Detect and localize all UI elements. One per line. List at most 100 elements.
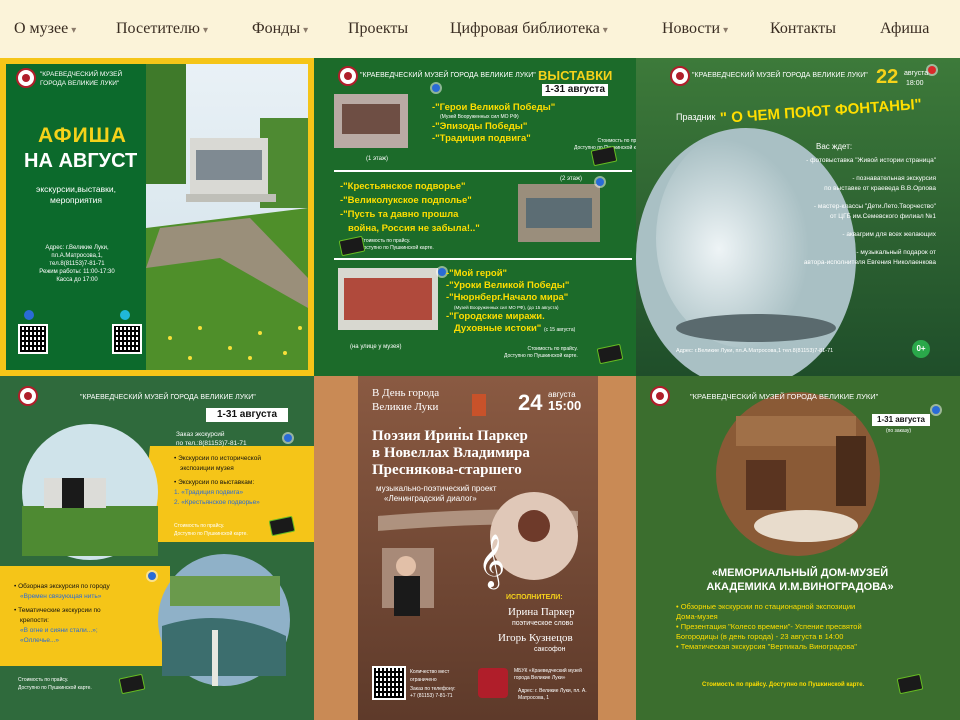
nav-item-visitor[interactable]: Посетителю ▾: [116, 20, 208, 38]
section-heading: ВЫСТАВКИ: [538, 68, 613, 83]
museum-logo: [18, 386, 38, 406]
age-rating-badge: 0+: [912, 340, 930, 358]
price-note-line: Доступно по Пушкинской карте.: [174, 531, 248, 537]
museum-logo: [16, 68, 36, 88]
date-badge: 1-31 августа: [872, 414, 930, 426]
program-item: • Обзорные экскурсии по стационарной экс…: [676, 602, 856, 611]
performer-name: Ирина Паркер: [508, 606, 575, 618]
vk-icon[interactable]: [24, 310, 34, 320]
museum-logo: [478, 668, 508, 698]
project-name-line: музыкально-поэтический проект: [376, 484, 497, 493]
event-date-month: августа: [904, 70, 929, 77]
nav-item-projects[interactable]: Проекты: [348, 20, 408, 38]
poster-vinogradov-house[interactable]: "КРАЕВЕДЧЕСКИЙ МУЗЕЙ ГОРОДА ВЕЛИКИЕ ЛУКИ…: [636, 376, 960, 720]
excursion-list-item: • Экскурсии по выставкам:: [174, 479, 255, 486]
excursion-list-item: 2. «Крестьянское подворье»: [174, 499, 260, 506]
museum-name: "КРАЕВЕДЧЕСКИЙ МУЗЕЙ ГОРОДА ВЕЛИКИЕ ЛУКИ…: [80, 394, 256, 401]
project-name-line: «Ленинградский диалог»: [384, 494, 477, 503]
nav-item-about[interactable]: О музее ▾: [14, 20, 76, 38]
nav-item-afisha[interactable]: Афиша: [880, 20, 929, 38]
memorial-house-photo: [636, 376, 960, 720]
pin-icon: [596, 178, 604, 186]
exhibit-photo: [334, 94, 408, 148]
floor-label: (на улице у музея): [350, 344, 402, 350]
nav-label: О музее: [14, 20, 69, 37]
nav-item-digital-library[interactable]: Цифровая библиотека ▾: [450, 20, 608, 38]
exhibit-list: -"Мой герой" -"Уроки Великой Победы" -"Н…: [446, 268, 575, 336]
address-line: Режим работы: 11:00-17:30: [39, 269, 115, 275]
date-badge: 1-31 августа: [206, 408, 288, 422]
pushkin-card-icon: [596, 343, 624, 365]
performer-name: Игорь Кузнецов: [498, 632, 573, 644]
exhibit-list-item: -"Городские миражи.: [446, 311, 545, 322]
museum-logo: [670, 66, 690, 86]
exhibit-list-note: (с 15 августа): [543, 327, 576, 333]
program-item: - фотовыставка "Живой истории страница": [806, 157, 936, 164]
nav-label: Проекты: [348, 20, 409, 37]
booking-phone: Заказ по телефону: +7 (81153) 7-81-71: [410, 686, 456, 699]
event-occasion-line: В День города: [372, 387, 440, 399]
excursion-list-item: экспозиции музея: [180, 465, 234, 472]
booking-info: Заказ экскурсий по тел.:8(81153)7-81-71: [176, 430, 247, 448]
nav-item-contacts[interactable]: Контакты: [770, 20, 836, 38]
excursion-background: [0, 376, 314, 720]
nav-label: Фонды: [252, 20, 301, 37]
museum-title: «МЕМОРИАЛЬНЫЙ ДОМ-МУЗЕЙ АКАДЕМИКА И.М.ВИН…: [684, 566, 916, 594]
chevron-down-icon: ▾: [602, 25, 608, 36]
price-note: Стоимость по прайсу. Доступно по Пушкинск…: [174, 522, 248, 538]
program-item: по выставке от краеведа В.В.Орлова: [824, 185, 936, 192]
poster-fountains-festival[interactable]: "КРАЕВЕДЧЕСКИЙ МУЗЕЙ ГОРОДА ВЕЛИКИЕ ЛУКИ…: [636, 58, 960, 376]
program-item: - мастер-классы "Дети.Лето.Творчество": [813, 203, 936, 210]
address: Адрес: г.Великие Луки, пл.А.Матросова,1 …: [676, 348, 834, 354]
price-note-line: Доступно по Пушкинской карте.: [504, 353, 578, 359]
nav-item-collections[interactable]: Фонды ▾: [252, 20, 308, 38]
exhibit-photo: [518, 184, 600, 242]
city-excursion-item: крепости:: [20, 617, 49, 624]
program-item: Богородицы (в день города) - 23 августа …: [676, 632, 844, 641]
price-note-line: Доступно по Пушкинской карте.: [360, 245, 434, 251]
excursion-list-item: • Экскурсии по исторической: [174, 455, 261, 462]
museum-name: "КРАЕВЕДЧЕСКИЙ МУЗЕЙ ГОРОДА ВЕЛИКИЕ ЛУКИ…: [40, 71, 123, 87]
city-excursion-item: «В огне и сияни стали...»;: [20, 627, 98, 634]
price-note-line: Доступно по Пушкинской карте.: [18, 685, 92, 691]
poster-afisha-august[interactable]: "КРАЕВЕДЧЕСКИЙ МУЗЕЙ ГОРОДА ВЕЛИКИЕ ЛУКИ…: [0, 58, 314, 376]
program-item: - музыкальный подарок от: [856, 249, 936, 256]
poster-poetry-evening[interactable]: 𝄞 В День города Великие Луки 24 августа 1…: [358, 376, 598, 720]
qr-code: [18, 324, 48, 354]
chevron-down-icon: ▾: [71, 25, 77, 36]
price-note-line: Стоимость по прайсу.: [360, 238, 411, 244]
pin-icon: [432, 84, 440, 92]
nav-item-news[interactable]: Новости ▾: [662, 20, 728, 38]
excursion-list: • Экскурсии по исторической экспозиции м…: [174, 454, 261, 508]
exhibit-list-item: -"Нюрнберг.Начало мира": [446, 292, 569, 303]
nav-label: Цифровая библиотека: [450, 20, 600, 37]
event-date-day: 24: [518, 390, 543, 415]
price-note-line: Стоимость по прайсу.: [527, 346, 578, 352]
address-line: Касса до 17:00: [56, 277, 98, 283]
poster-title: АФИША: [38, 124, 127, 147]
city-excursion-item: • Обзорная экскурсия по городу: [14, 583, 110, 590]
museum-logo: [650, 386, 670, 406]
pin-icon: [284, 434, 292, 442]
telegram-icon[interactable]: [120, 310, 130, 320]
performers-heading: ИСПОЛНИТЕЛИ:: [506, 594, 563, 601]
poster-description: экскурсии,выставки, мероприятия: [36, 184, 116, 205]
exhibit-list: -"Герои Великой Победы" (Музей Вооруженн…: [432, 102, 555, 145]
event-program-heading: Вас ждет:: [816, 142, 853, 151]
exhibit-list-item: -"Великолукское подполье": [340, 195, 472, 206]
pin-icon: [148, 572, 156, 580]
poster-exhibitions[interactable]: "КРАЕВЕДЧЕСКИЙ МУЗЕЙ ГОРОДА ВЕЛИКИЕ ЛУКИ…: [314, 58, 636, 376]
booking-info-line: по тел.:8(81153)7-81-71: [176, 440, 247, 447]
excursion-list-item: 1. «Традиция подвига»: [174, 489, 244, 496]
event-title-line: Поэзия Ирины Паркер: [372, 428, 528, 444]
poster-subtitle: НА АВГУСТ: [24, 150, 138, 172]
svg-text:𝄞: 𝄞: [478, 533, 505, 589]
poster-excursions[interactable]: "КРАЕВЕДЧЕСКИЙ МУЗЕЙ ГОРОДА ВЕЛИКИЕ ЛУКИ…: [0, 376, 314, 720]
chevron-down-icon: ▾: [202, 25, 208, 36]
event-title: Поэзия Ирины Паркер в Новеллах Владимира…: [372, 428, 530, 479]
exhibit-list-item: -"Эпизоды Победы": [432, 121, 528, 132]
exhibit-list-item: -"Крестьянское подворье": [340, 181, 466, 192]
event-title-line: в Новеллах Владимира: [372, 445, 530, 461]
exhibit-list-item: -"Традиция подвига": [432, 133, 531, 144]
pin-icon: [932, 406, 940, 414]
